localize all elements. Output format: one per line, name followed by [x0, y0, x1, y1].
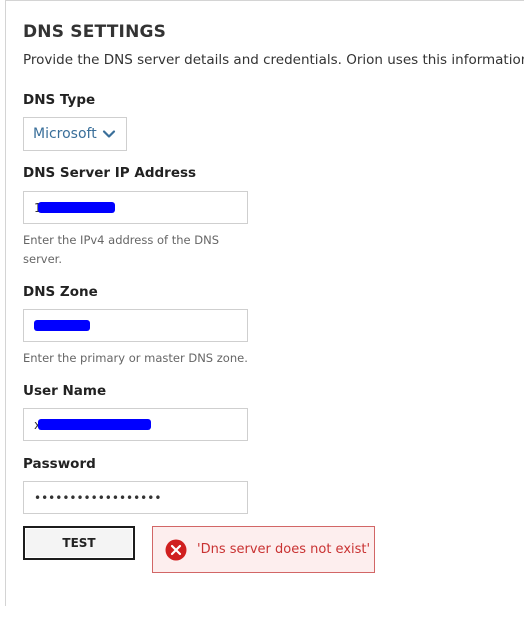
error-message: 'Dns server does not exist'	[197, 542, 371, 557]
dns-zone-hint: Enter the primary or master DNS zone.	[23, 351, 248, 365]
dns-type-select[interactable]: Microsoft	[23, 117, 127, 151]
dns-type-label: DNS Type	[23, 92, 96, 108]
chevron-down-icon	[102, 130, 116, 138]
test-button[interactable]: TEST	[23, 526, 135, 560]
redaction-mark	[34, 320, 90, 331]
redaction-mark	[38, 202, 115, 213]
dns-zone-label: DNS Zone	[23, 284, 98, 300]
server-ip-hint: Enter the IPv4 address of the DNS server…	[23, 233, 220, 266]
redaction-mark	[38, 419, 151, 430]
error-alert: 'Dns server does not exist'	[152, 526, 375, 573]
password-label: Password	[23, 456, 96, 472]
error-circle-icon	[165, 539, 187, 560]
username-label: User Name	[23, 383, 107, 399]
server-ip-label: DNS Server IP Address	[23, 165, 197, 181]
dns-settings-panel	[5, 0, 524, 606]
password-input[interactable]	[23, 481, 248, 514]
dns-type-value: Microsoft	[33, 126, 97, 142]
page-subtitle: Provide the DNS server details and crede…	[23, 52, 524, 68]
page-title: DNS SETTINGS	[23, 22, 167, 42]
